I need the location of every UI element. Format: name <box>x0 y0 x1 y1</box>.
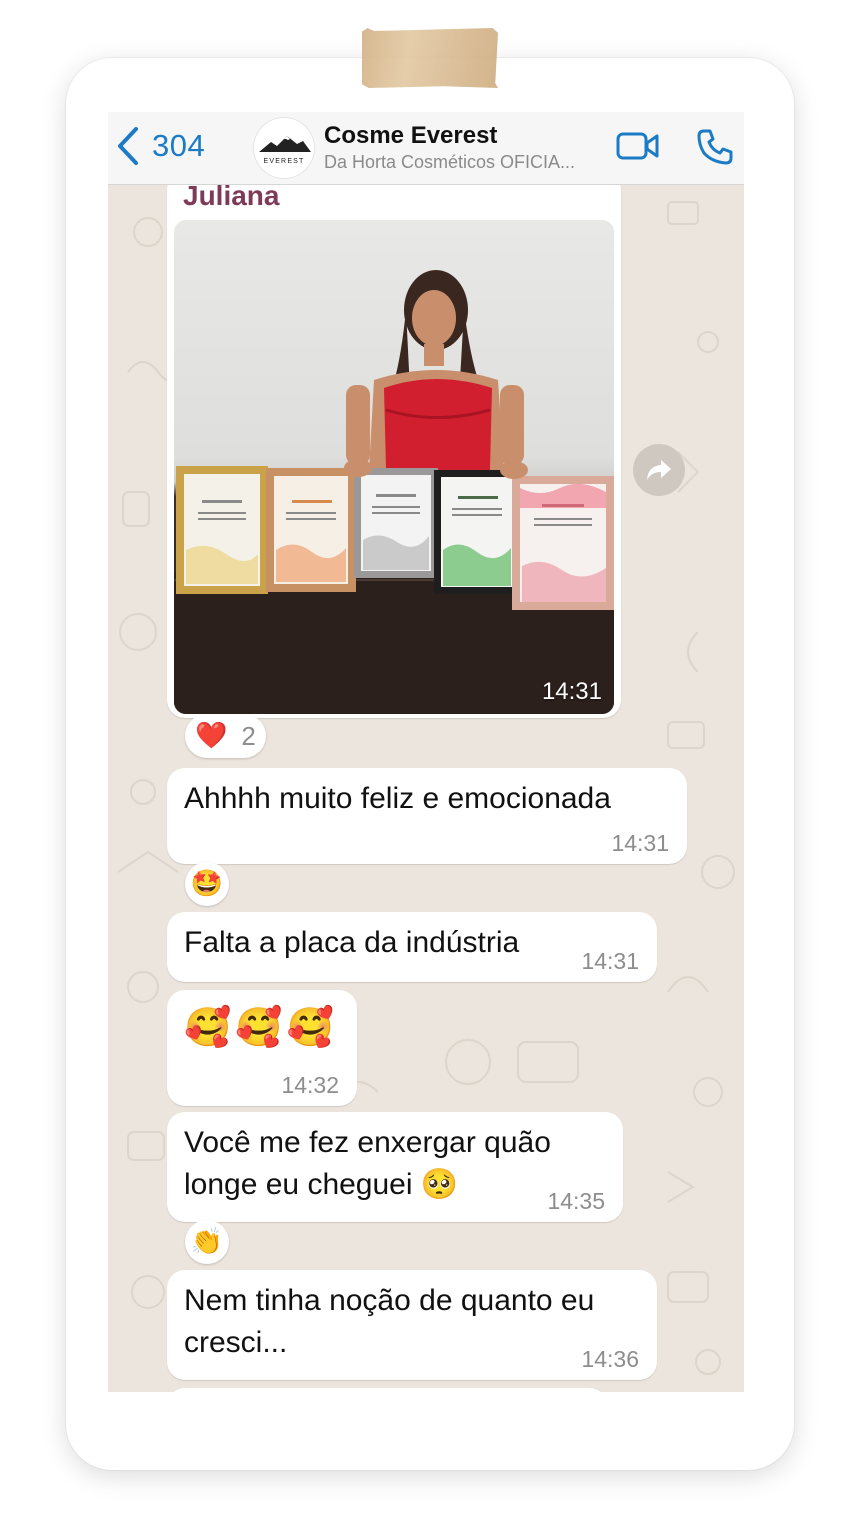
reaction-badge[interactable]: 👏 <box>185 1220 229 1264</box>
message-text-line-2: cresci... <box>184 1326 288 1359</box>
clapping-reaction-icon: 👏 <box>190 1227 224 1257</box>
forward-icon <box>647 460 671 480</box>
unread-count: 304 <box>152 128 206 163</box>
text-message-bubble[interactable]: Nem tinha noção de quanto eu cresci... 1… <box>167 1270 657 1380</box>
message-timestamp: 14:32 <box>281 1072 339 1098</box>
message-text-line-1: Nem tinha noção de quanto eu <box>184 1284 595 1317</box>
message-timestamp: 14:31 <box>611 830 669 856</box>
phone-call-icon <box>697 129 733 165</box>
tape-decoration <box>362 28 498 88</box>
phone-call-button[interactable] <box>696 128 734 171</box>
reaction-badge[interactable]: ❤️ 2 <box>185 714 266 758</box>
reaction-badge[interactable]: 🤩 <box>185 862 229 906</box>
chat-header: 304 EVEREST Cosme Everest Da Horta Cosmé… <box>108 112 744 185</box>
svg-text:EVEREST: EVEREST <box>263 158 304 165</box>
photo-illustration <box>174 270 614 714</box>
back-chevron-icon <box>118 127 138 165</box>
text-message-bubble[interactable]: Ahhhh muito feliz e emocionada 14:31 <box>167 768 687 864</box>
back-button[interactable]: 304 <box>116 126 205 166</box>
contact-subtitle[interactable]: Da Horta Cosméticos OFICIA... <box>324 152 575 173</box>
message-photo[interactable]: 14:31 <box>174 220 614 714</box>
text-message-bubble[interactable]: Você me fez enxergar quão longe eu chegu… <box>167 1112 623 1222</box>
message-text: 🥰🥰🥰 <box>184 1005 338 1049</box>
text-message-bubble[interactable] <box>167 1388 607 1392</box>
image-message-bubble[interactable]: Juliana 14:31 <box>167 172 621 718</box>
video-call-button[interactable] <box>616 130 660 167</box>
message-text-line-2: longe eu cheguei 🥺 <box>184 1168 459 1201</box>
message-text: Ahhhh muito feliz e emocionada <box>184 782 611 815</box>
contact-avatar[interactable]: EVEREST <box>254 118 314 178</box>
contact-name[interactable]: Cosme Everest <box>324 122 497 150</box>
text-message-bubble[interactable]: 🥰🥰🥰 14:32 <box>167 990 357 1106</box>
video-call-icon <box>616 132 659 160</box>
message-timestamp: 14:35 <box>547 1188 605 1214</box>
message-timestamp: 14:31 <box>581 948 639 974</box>
star-struck-reaction-icon: 🤩 <box>190 869 224 899</box>
reaction-count: 2 <box>241 720 256 751</box>
everest-logo: EVEREST <box>259 136 311 165</box>
message-timestamp: 14:36 <box>581 1346 639 1372</box>
message-text: Falta a placa da indústria <box>184 926 520 959</box>
heart-reaction-icon: ❤️ <box>195 721 228 751</box>
chat-screen: 304 EVEREST Cosme Everest Da Horta Cosmé… <box>108 112 744 1392</box>
text-message-bubble[interactable]: Falta a placa da indústria 14:31 <box>167 912 657 982</box>
message-text-line-1: Você me fez enxergar quão <box>184 1126 551 1159</box>
forward-button[interactable] <box>633 444 685 496</box>
photo-timestamp: 14:31 <box>541 678 602 705</box>
